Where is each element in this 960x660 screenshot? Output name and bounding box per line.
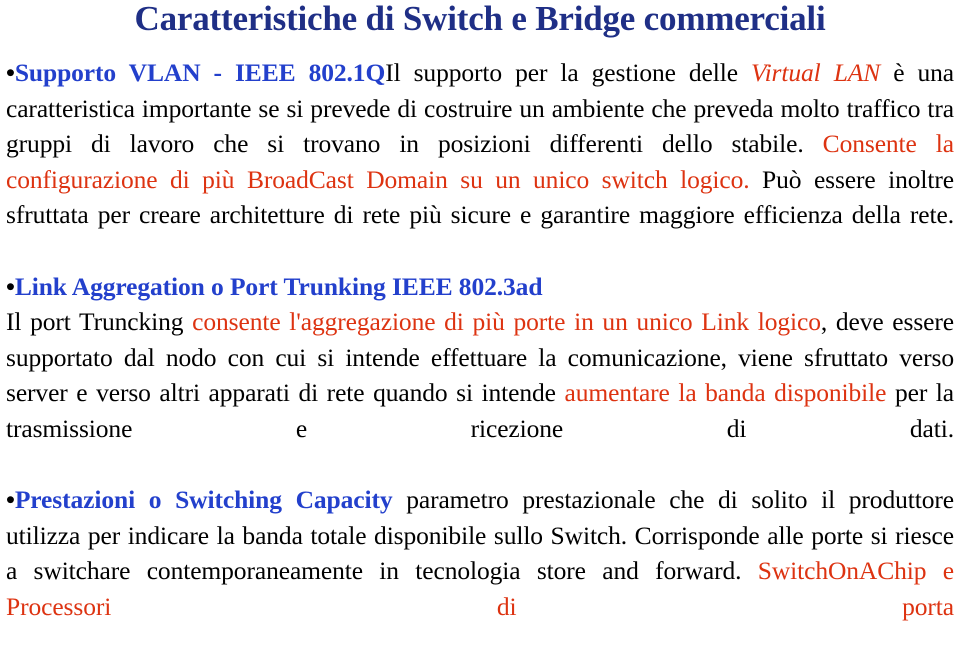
bullet-run-spacer — [393, 485, 407, 514]
bullet-paragraph-trunking: Il port Truncking consente l'aggregazion… — [6, 304, 954, 482]
slide-body: •Supporto VLAN - IEEE 802.1QIl supporto … — [6, 55, 954, 660]
bullet-marker: • — [6, 485, 15, 515]
bullet-paragraph-vlan: •Supporto VLAN - IEEE 802.1QIl supporto … — [6, 55, 954, 269]
bullet-run-virtual-lan: Virtual LAN — [750, 58, 881, 87]
bullet-run-text: Il supporto per la gestione delle — [385, 58, 751, 87]
bullet-heading-line-trunking: •Link Aggregation o Port Trunking IEEE 8… — [6, 269, 954, 305]
bullet-marker: • — [6, 58, 15, 87]
bullet-run-text: Il port Truncking — [6, 307, 193, 337]
slide: Caratteristiche di Switch e Bridge comme… — [0, 0, 960, 637]
bullet-marker: • — [6, 271, 15, 301]
bullet-heading-link-aggregation: Link Aggregation o Port Trunking IEEE 80… — [14, 271, 543, 301]
bullet-run-banda-disponibile: aumentare la banda disponibile — [564, 378, 887, 408]
bullet-heading-switching-capacity: Prestazioni o Switching Capacity — [14, 485, 393, 515]
page-title: Caratteristiche di Switch e Bridge comme… — [134, 0, 826, 38]
bullet-paragraph-prestazioni: •Prestazioni o Switching Capacity parame… — [6, 482, 954, 660]
bullet-heading-vlan: Supporto VLAN - IEEE 802.1Q — [14, 58, 386, 87]
bullet-run-aggregazione: consente l'aggregazione di più porte in … — [192, 307, 821, 337]
